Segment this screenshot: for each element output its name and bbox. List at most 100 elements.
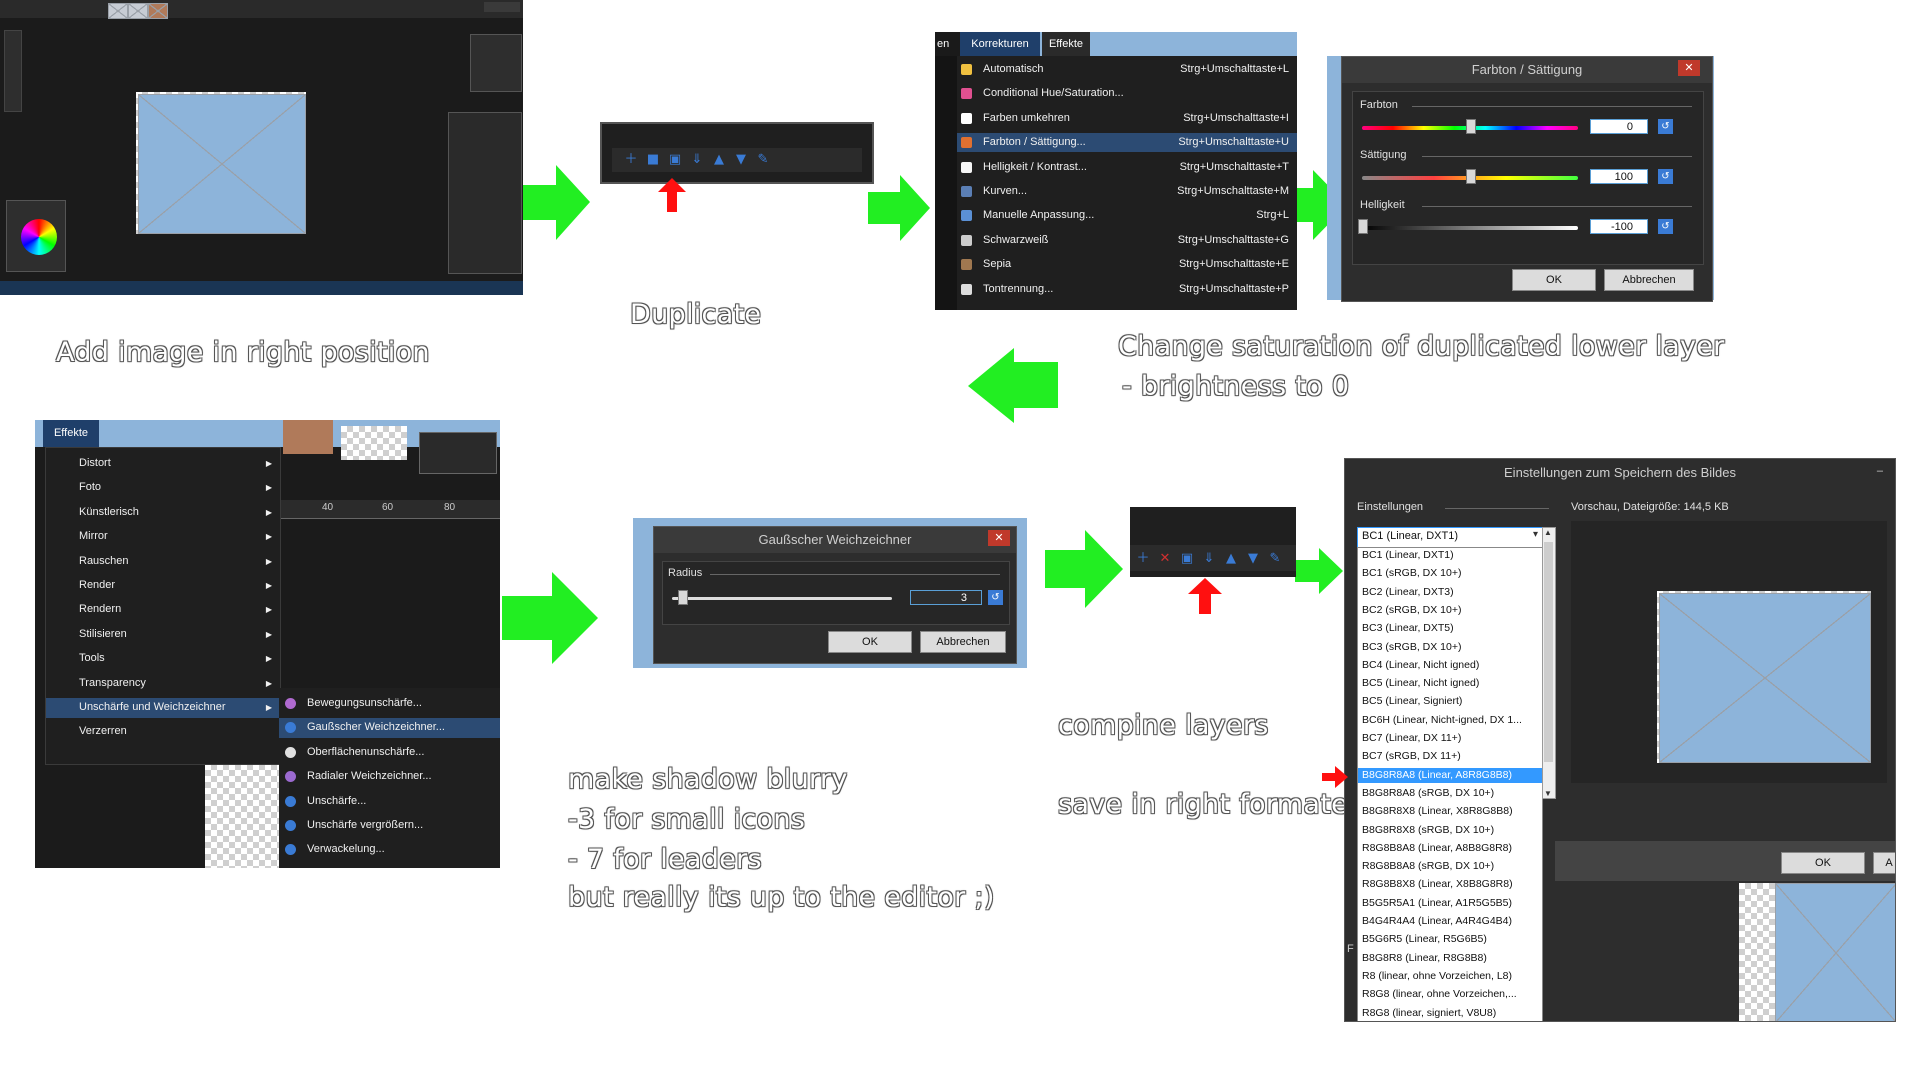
reset-icon[interactable]: ↺ (1658, 219, 1673, 234)
hue-value[interactable]: 0 (1590, 119, 1648, 134)
move-down-icon[interactable]: ▼ (1246, 552, 1260, 565)
menu-item[interactable]: Rendern ▶ (46, 600, 280, 620)
format-list-item[interactable]: B5G6R5 (Linear, R5G6B5) (1358, 932, 1542, 947)
properties-icon[interactable]: ✎ (1268, 552, 1282, 565)
format-list-item[interactable]: BC1 (Linear, DXT1) (1358, 548, 1542, 563)
cancel-button[interactable]: A (1873, 852, 1895, 874)
submenu-item[interactable]: Unschärfe vergrößern... (279, 816, 500, 836)
format-list-item[interactable]: BC4 (Linear, Nicht igned) (1358, 658, 1542, 673)
cancel-button[interactable]: Abbrechen (920, 631, 1006, 653)
format-list-item[interactable]: BC6H (Linear, Nicht-igned, DX 1... (1358, 713, 1542, 728)
format-list-item[interactable]: BC1 (sRGB, DX 10+) (1358, 566, 1542, 581)
saturation-value[interactable]: 100 (1590, 169, 1648, 184)
submenu-item[interactable]: Bewegungsunschärfe... (279, 694, 500, 714)
reset-icon[interactable]: ↺ (1658, 119, 1673, 134)
format-list-item[interactable]: R8G8B8A8 (Linear, A8B8G8R8) (1358, 841, 1542, 856)
tab-effects[interactable]: Effekte (1042, 32, 1090, 56)
menu-item[interactable]: Farben umkehren Strg+Umschalttaste+I (957, 109, 1297, 128)
move-up-icon[interactable]: ▲ (712, 153, 726, 166)
format-list-item[interactable]: R8G8B8A8 (sRGB, DX 10+) (1358, 859, 1542, 874)
menu-item[interactable]: Mirror ▶ (46, 527, 280, 547)
format-list-item[interactable]: R8 (linear, ohne Vorzeichen, L8) (1358, 969, 1542, 984)
menu-item[interactable]: Conditional Hue/Saturation... (957, 84, 1297, 103)
format-list-item[interactable]: B8G8R8A8 (sRGB, DX 10+) (1358, 786, 1542, 801)
format-list-item[interactable]: BC2 (sRGB, DX 10+) (1358, 603, 1542, 618)
format-list-item[interactable]: B8G8R8A8 (Linear, A8R8G8B8) (1358, 767, 1542, 783)
submenu-item[interactable]: Verwackelung... (279, 840, 500, 860)
format-dropdown[interactable]: BC1 (Linear, DXT1) ▾ (1357, 527, 1543, 548)
format-list-item[interactable]: B4G4R4A4 (Linear, A4R4G4B4) (1358, 914, 1542, 929)
tab-partial[interactable]: en (935, 32, 960, 56)
ok-button[interactable]: OK (828, 631, 912, 653)
window-buttons[interactable] (484, 2, 520, 12)
menu-item[interactable]: Rauschen ▶ (46, 552, 280, 572)
duplicate-layer-icon[interactable]: ▣ (668, 153, 682, 166)
lightness-value[interactable]: -100 (1590, 219, 1648, 234)
menu-item[interactable]: Unschärfe und Weichzeichner ▶ (46, 698, 280, 718)
saturation-thumb[interactable] (1466, 169, 1476, 184)
menu-item[interactable]: Künstlerisch ▶ (46, 503, 280, 523)
menu-item[interactable]: Foto ▶ (46, 478, 280, 498)
close-button[interactable]: ✕ (988, 530, 1010, 546)
cancel-button[interactable]: Abbrechen (1604, 269, 1694, 291)
color-wheel-icon[interactable] (21, 219, 57, 255)
ok-button[interactable]: OK (1781, 852, 1865, 874)
hue-thumb[interactable] (1466, 119, 1476, 134)
menu-item[interactable]: Verzerren (46, 722, 280, 742)
scroll-down-icon[interactable]: ▼ (1544, 789, 1552, 798)
submenu-item[interactable]: Oberflächenunschärfe... (279, 743, 500, 763)
add-layer-icon[interactable]: ＋ (1136, 552, 1150, 565)
format-list-item[interactable]: B8G8R8 (Linear, R8G8B8) (1358, 951, 1542, 966)
tab-effects[interactable]: Effekte (43, 420, 99, 447)
reset-icon[interactable]: ↺ (988, 590, 1003, 605)
minimize-button[interactable]: – (1877, 465, 1883, 477)
format-list-item[interactable]: R8G8 (linear, ohne Vorzeichen,... (1358, 987, 1542, 1002)
radius-value[interactable]: 3 (910, 590, 982, 605)
properties-icon[interactable]: ✎ (756, 153, 770, 166)
radius-thumb[interactable] (678, 590, 688, 605)
submenu-item[interactable]: Radialer Weichzeichner... (279, 767, 500, 787)
format-list-item[interactable]: BC7 (Linear, DX 11+) (1358, 731, 1542, 746)
format-list-item[interactable]: BC5 (Linear, Signiert) (1358, 694, 1542, 709)
menu-item[interactable]: Automatisch Strg+Umschalttaste+L (957, 60, 1297, 79)
lightness-thumb[interactable] (1358, 219, 1368, 234)
format-list-item[interactable]: BC3 (Linear, DXT5) (1358, 621, 1542, 636)
format-list-item[interactable]: R8G8 (linear, signiert, V8U8) (1358, 1006, 1542, 1021)
merge-layer-icon[interactable]: ⇓ (690, 153, 704, 166)
menu-item[interactable]: Distort ▶ (46, 454, 280, 474)
menu-item[interactable]: Stilisieren ▶ (46, 625, 280, 645)
menu-item[interactable]: Render ▶ (46, 576, 280, 596)
format-list-item[interactable]: BC5 (Linear, Nicht igned) (1358, 676, 1542, 691)
submenu-item[interactable]: Unschärfe... (279, 792, 500, 812)
menu-item[interactable]: Sepia Strg+Umschalttaste+E (957, 255, 1297, 274)
menu-item[interactable]: Schwarzweiß Strg+Umschalttaste+G (957, 231, 1297, 250)
move-down-icon[interactable]: ▼ (734, 153, 748, 166)
list-scrollbar[interactable]: ▲ ▼ (1542, 527, 1556, 799)
format-list-item[interactable]: B8G8R8X8 (sRGB, DX 10+) (1358, 823, 1542, 838)
format-list-item[interactable]: BC7 (sRGB, DX 11+) (1358, 749, 1542, 764)
menu-item[interactable]: Tontrennung... Strg+Umschalttaste+P (957, 280, 1297, 299)
format-list-item[interactable]: B8G8R8X8 (Linear, X8R8G8B8) (1358, 804, 1542, 819)
ok-button[interactable]: OK (1512, 269, 1596, 291)
close-button[interactable]: ✕ (1678, 60, 1700, 76)
format-list-item[interactable]: B5G5R5A1 (Linear, A1R5G5B5) (1358, 896, 1542, 911)
format-list-item[interactable]: BC2 (Linear, DXT3) (1358, 585, 1542, 600)
menu-item[interactable]: Transparency ▶ (46, 674, 280, 694)
move-up-icon[interactable]: ▲ (1224, 552, 1238, 565)
format-list-item[interactable]: R8G8B8X8 (Linear, X8B8G8R8) (1358, 877, 1542, 892)
merge-layer-icon[interactable]: ⇓ (1202, 552, 1216, 565)
menu-item[interactable]: Tools ▶ (46, 649, 280, 669)
submenu-item[interactable]: Gaußscher Weichzeichner... (279, 718, 500, 739)
tab-corrections[interactable]: Korrekturen (960, 32, 1040, 56)
menu-item[interactable]: Farbton / Sättigung... Strg+Umschalttaste… (957, 133, 1297, 153)
delete-layer-icon[interactable]: ■ (646, 153, 660, 166)
radius-slider[interactable] (672, 597, 892, 600)
format-list-item[interactable]: BC3 (sRGB, DX 10+) (1358, 640, 1542, 655)
scroll-thumb[interactable] (1544, 542, 1553, 762)
reset-icon[interactable]: ↺ (1658, 169, 1673, 184)
menu-item[interactable]: Manuelle Anpassung... Strg+L (957, 206, 1297, 225)
duplicate-layer-icon[interactable]: ▣ (1180, 552, 1194, 565)
scroll-up-icon[interactable]: ▲ (1544, 528, 1552, 537)
menu-item[interactable]: Kurven... Strg+Umschalttaste+M (957, 182, 1297, 201)
lightness-slider[interactable] (1362, 226, 1578, 230)
